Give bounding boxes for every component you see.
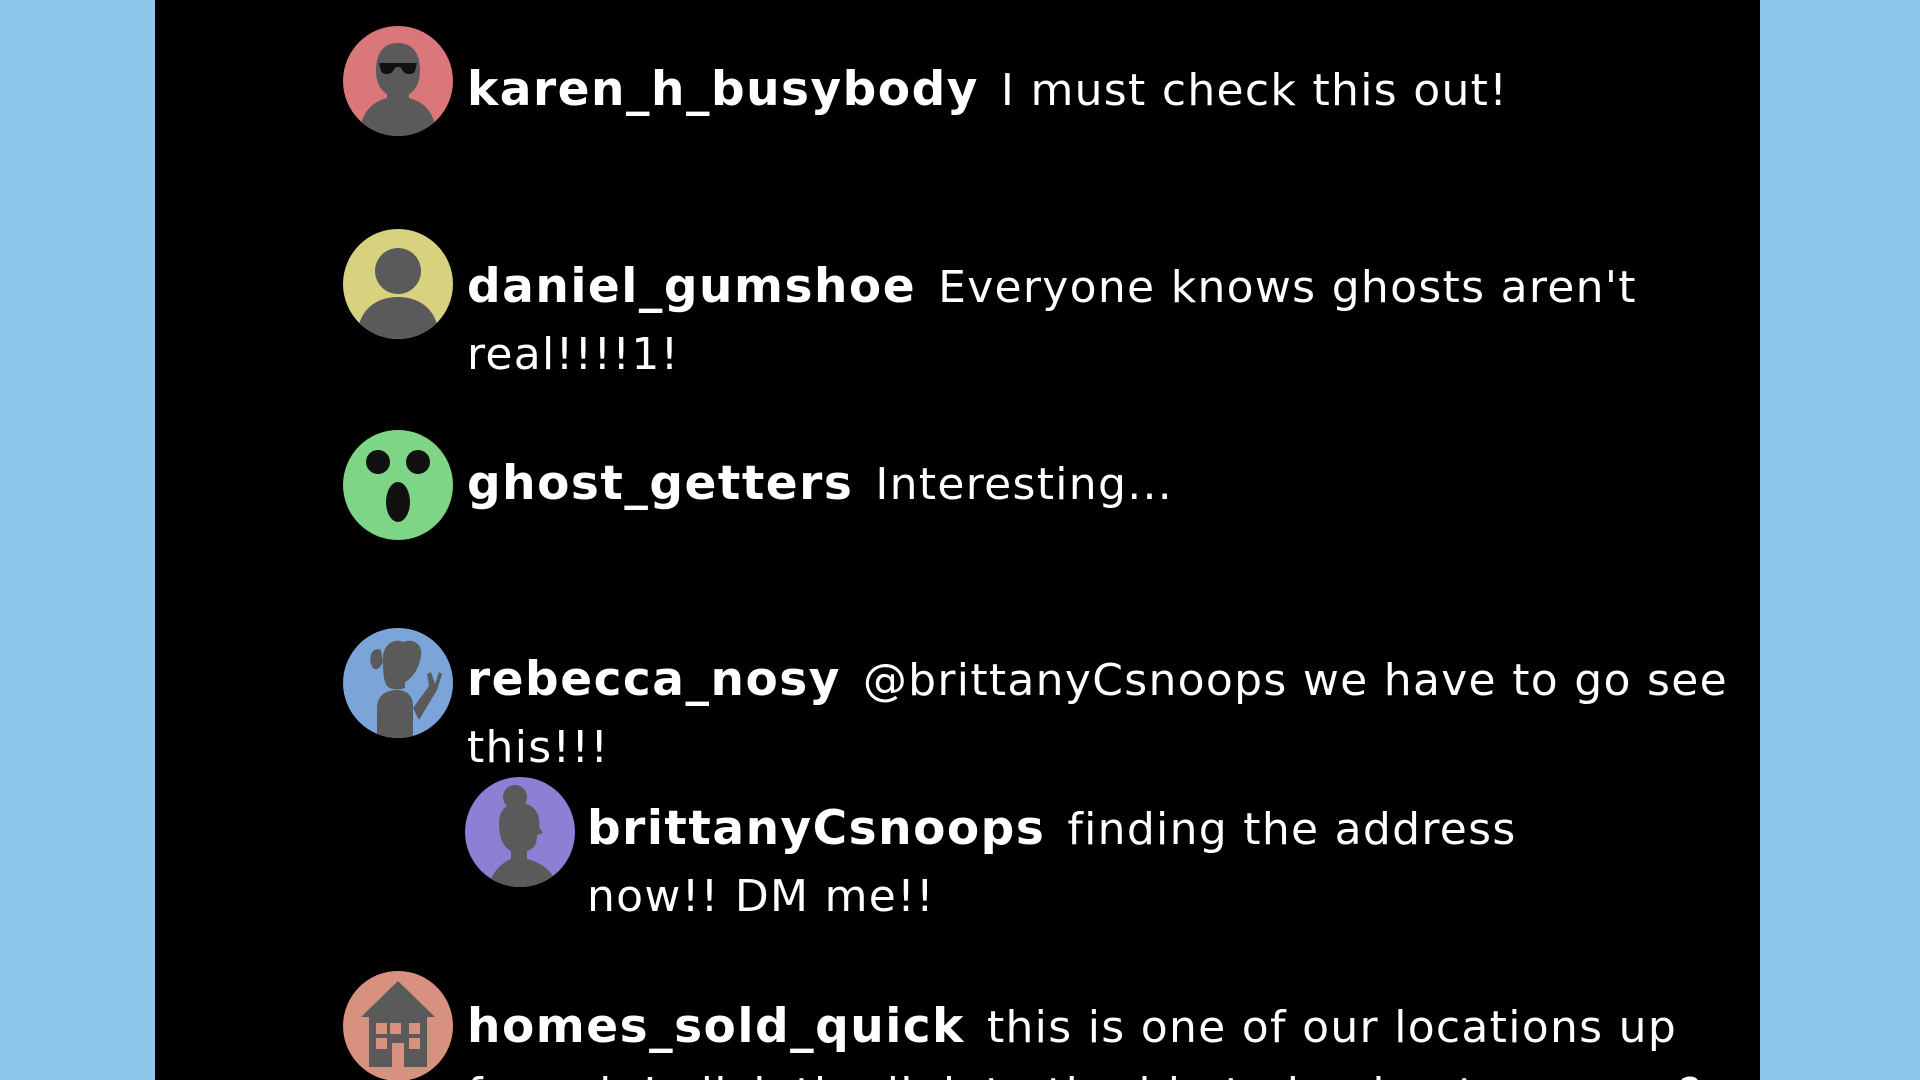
house-icon [343,971,453,1080]
comment-text: ghost_getters Interesting... [467,450,1727,518]
comment-text: daniel_gumshoe Everyone knows ghosts aren… [467,253,1742,388]
comment-message: I must check this out! [1000,65,1509,116]
comment-username[interactable]: rebecca_nosy [467,652,841,707]
comment-text: brittanyCsnoops finding the address now!!… [587,795,1627,930]
avatar[interactable] [343,229,453,339]
comment-text: karen_h_busybody I must check this out! [467,56,1727,124]
comment-text: rebecca_nosy @brittanyCsnoops we have to … [467,646,1737,781]
comment-text: homes_sold_quick this is one of our locat… [467,993,1742,1080]
comment-username[interactable]: ghost_getters [467,456,853,511]
woman-sunglasses-silhouette-icon [343,26,453,136]
shocked-face-icon [343,430,453,540]
comment-username[interactable]: karen_h_busybody [467,62,979,117]
comment-message: Interesting... [875,459,1174,510]
avatar[interactable] [465,777,575,887]
comments-panel: karen_h_busybody I must check this out! d… [155,0,1760,1080]
comment-username[interactable]: homes_sold_quick [467,999,965,1054]
comment-username[interactable]: brittanyCsnoops [587,801,1045,856]
avatar[interactable] [343,430,453,540]
avatar[interactable] [343,971,453,1080]
person-silhouette-icon [343,229,453,339]
avatar[interactable] [343,628,453,738]
woman-ponytail-silhouette-icon [343,628,453,738]
woman-bun-profile-silhouette-icon [465,777,575,887]
comment-username[interactable]: daniel_gumshoe [467,259,916,314]
avatar[interactable] [343,26,453,136]
